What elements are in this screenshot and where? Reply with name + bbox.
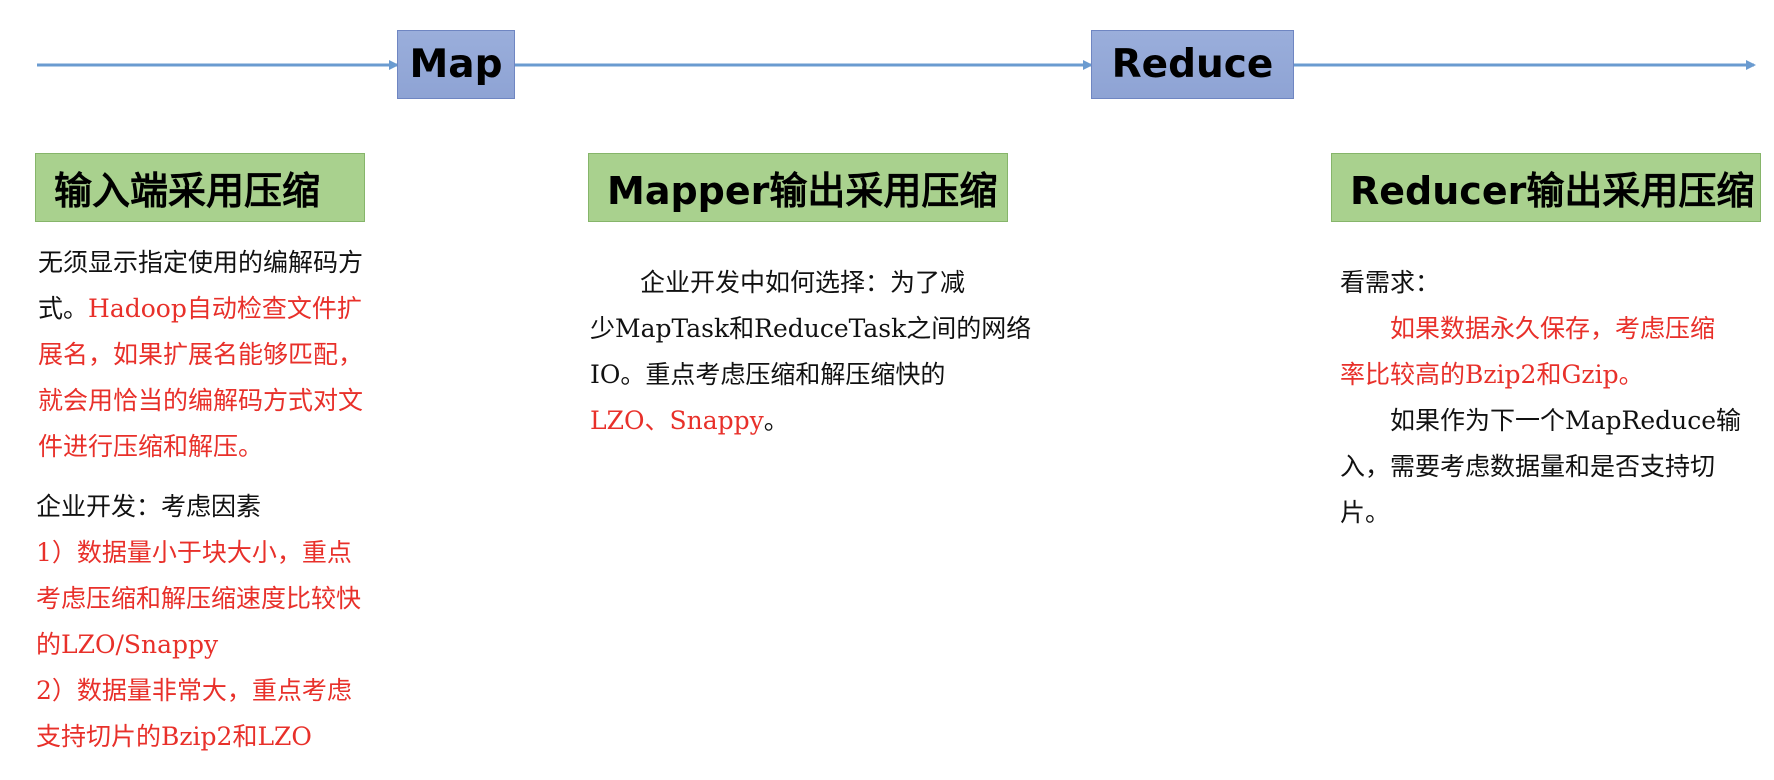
input-factor-line-5: 支持切片的Bzip2和LZO <box>36 722 312 751</box>
mapper-line-4-red: LZO、Snappy <box>590 406 764 435</box>
mapper-line-4: LZO、Snappy。 <box>590 398 1031 444</box>
input-intro-line-2: 式。Hadoop自动检查文件扩 <box>38 286 363 332</box>
input-intro-line-2-red: Hadoop自动检查文件扩 <box>88 294 362 323</box>
input-intro-text: 无须显示指定使用的编解码方 式。Hadoop自动检查文件扩 展名，如果扩展名能够… <box>38 240 363 470</box>
input-factors-title: 企业开发：考虑因素 <box>36 492 262 521</box>
reducer-line-3-tail: 。 <box>1618 360 1644 389</box>
reducer-line-3-red: 率比较高的Bzip2和Gzip <box>1340 360 1619 389</box>
mapper-text: 企业开发中如何选择：为了减 少MapTask和ReduceTask之间的网络 I… <box>590 260 1031 444</box>
reducer-line-4: 如果作为下一个MapReduce输 <box>1390 406 1742 435</box>
input-intro-line-1: 无须显示指定使用的编解码方 <box>38 248 364 277</box>
input-intro-line-3: 展名，如果扩展名能够匹配， <box>38 340 364 369</box>
reducer-line-3: 率比较高的Bzip2和Gzip。 <box>1340 352 1741 398</box>
input-intro-line-2-black: 式。 <box>38 294 89 323</box>
input-factors-text: 企业开发：考虑因素 1）数据量小于块大小，重点 考虑压缩和解压缩速度比较快 的L… <box>36 484 361 760</box>
reducer-line-5: 入，需要考虑数据量和是否支持切 <box>1340 452 1716 481</box>
input-compression-header: 输入端采用压缩 <box>35 153 365 222</box>
map-stage-box: Map <box>397 30 515 99</box>
mapper-line-4-black: 。 <box>763 406 789 435</box>
map-stage-label: Map <box>409 42 503 87</box>
input-intro-line-4: 就会用恰当的编解码方式对文 <box>38 386 364 415</box>
mapper-line-2: 少MapTask和ReduceTask之间的网络 <box>590 314 1032 343</box>
mapper-line-1: 企业开发中如何选择：为了减 <box>640 268 966 297</box>
reducer-compression-title: Reducer输出采用压缩 <box>1350 169 1755 213</box>
mapper-compression-header: Mapper输出采用压缩 <box>588 153 1008 222</box>
reducer-line-6: 片。 <box>1340 498 1391 527</box>
reducer-compression-header: Reducer输出采用压缩 <box>1331 153 1761 222</box>
reduce-stage-label: Reduce <box>1111 42 1274 87</box>
input-compression-title: 输入端采用压缩 <box>54 169 321 213</box>
reduce-stage-box: Reduce <box>1091 30 1294 99</box>
input-intro-line-5: 件进行压缩和解压。 <box>38 432 264 461</box>
input-factor-line-1: 1）数据量小于块大小，重点 <box>36 538 352 567</box>
reducer-line-2: 如果数据永久保存，考虑压缩 <box>1390 314 1716 343</box>
input-factor-line-2: 考虑压缩和解压缩速度比较快 <box>36 584 362 613</box>
reducer-line-1: 看需求： <box>1340 268 1441 297</box>
input-factor-line-3: 的LZO/Snappy <box>36 630 219 659</box>
input-factor-line-4: 2）数据量非常大，重点考虑 <box>36 676 352 705</box>
reducer-text: 看需求： 如果数据永久保存，考虑压缩 率比较高的Bzip2和Gzip。 如果作为… <box>1340 260 1741 536</box>
flow-arrows <box>37 60 1756 70</box>
mapper-compression-title: Mapper输出采用压缩 <box>607 169 998 213</box>
mapper-line-3: IO。重点考虑压缩和解压缩快的 <box>590 360 946 389</box>
